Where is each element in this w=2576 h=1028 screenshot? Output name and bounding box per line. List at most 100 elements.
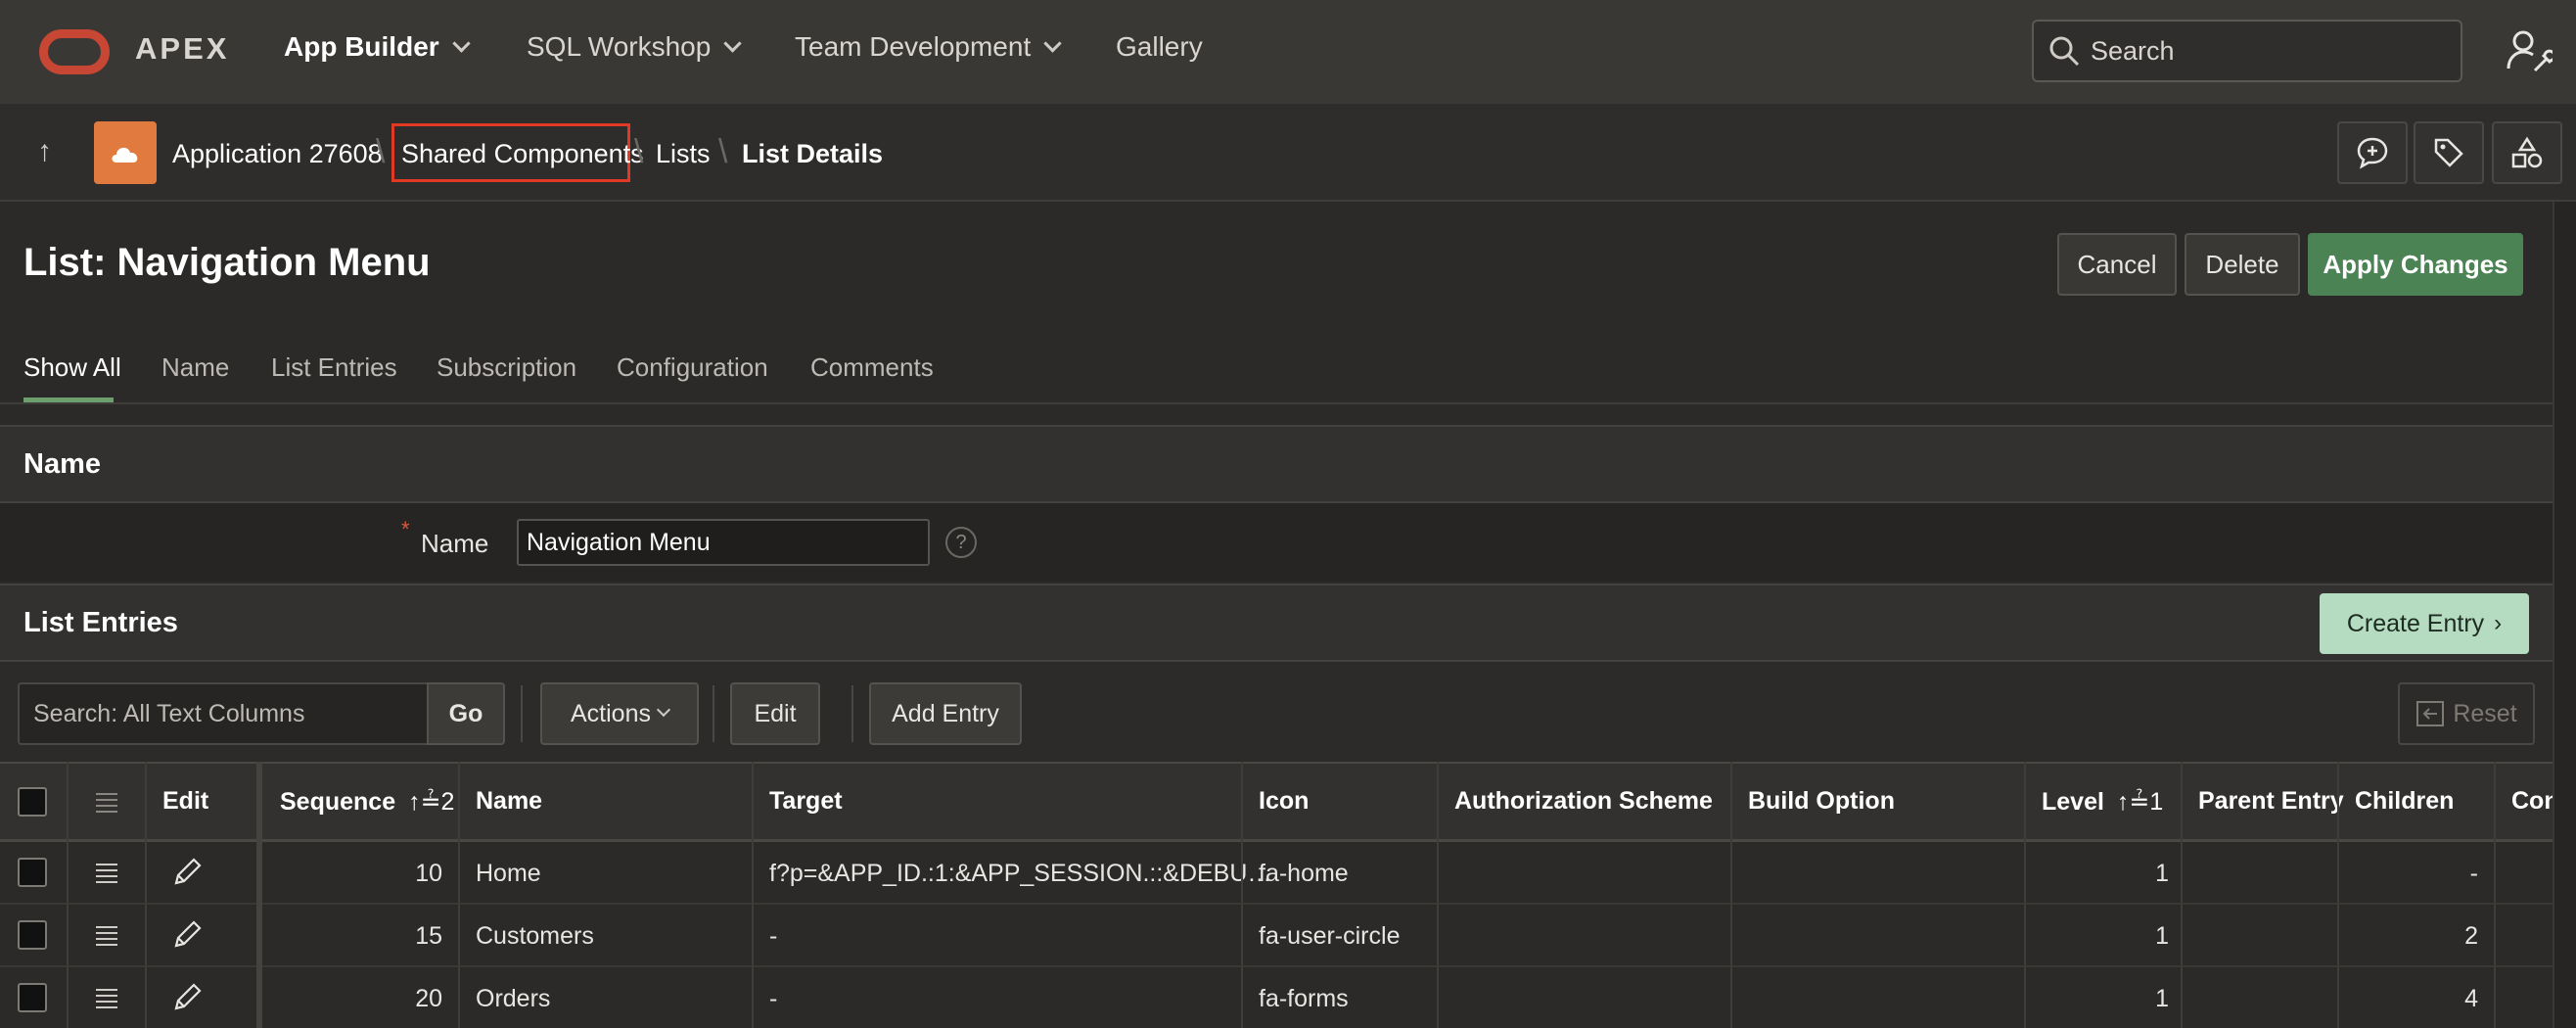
page-scrollbar[interactable] xyxy=(2553,202,2576,1028)
toolbar-separator xyxy=(713,685,714,742)
breadcrumb-separator: \ xyxy=(718,133,728,170)
row-actions-icon[interactable] xyxy=(94,987,119,1008)
cancel-button[interactable]: Cancel xyxy=(2057,233,2177,296)
column-divider xyxy=(2024,762,2026,1028)
column-header-edit[interactable]: Edit xyxy=(162,787,208,816)
nav-sql-workshop-label: SQL Workshop xyxy=(527,31,712,62)
pencil-icon[interactable] xyxy=(170,918,204,952)
table-row[interactable]: 10 Home f?p=&APP_ID.:1:&APP_SESSION.::&D… xyxy=(0,842,2553,905)
tab-configuration[interactable]: Configuration xyxy=(617,352,768,383)
actions-label: Actions xyxy=(571,699,651,727)
table-row[interactable]: 15 Customers - fa-user-circle 1 2 xyxy=(0,905,2553,967)
toolbar-separator xyxy=(851,685,853,742)
application-icon[interactable] xyxy=(94,121,157,184)
column-header-name[interactable]: Name xyxy=(476,787,542,816)
tab-subscription[interactable]: Subscription xyxy=(437,352,576,383)
row-checkbox[interactable] xyxy=(18,858,47,887)
page-title: List: Navigation Menu xyxy=(23,241,431,284)
column-header-authorization-scheme[interactable]: Authorization Scheme xyxy=(1454,787,1713,816)
sort-ascending-badge: ↑≟2 xyxy=(408,788,455,816)
user-settings-icon[interactable] xyxy=(2506,27,2553,74)
row-actions-icon[interactable] xyxy=(94,924,119,946)
add-entry-button[interactable]: Add Entry xyxy=(869,682,1022,745)
apex-logo-text[interactable]: APEX xyxy=(135,31,229,67)
shared-components-button[interactable] xyxy=(2492,121,2562,184)
grid-header: Edit Sequence ↑≟2 Name Target Icon Autho… xyxy=(0,762,2553,842)
pencil-icon[interactable] xyxy=(170,856,204,889)
cloud-icon xyxy=(112,147,138,163)
breadcrumb-application[interactable]: Application 27608 xyxy=(172,139,383,169)
reset-button[interactable]: Reset xyxy=(2398,682,2535,745)
column-header-sequence[interactable]: Sequence ↑≟2 xyxy=(280,787,454,817)
nav-team-development[interactable]: Team Development xyxy=(795,31,1062,63)
actions-menu-button[interactable]: Actions xyxy=(540,682,699,745)
global-search-placeholder: Search xyxy=(2091,35,2175,66)
cell-name: Customers xyxy=(476,922,594,950)
grid-search-input[interactable]: Search: All Text Columns xyxy=(18,682,429,745)
row-checkbox[interactable] xyxy=(18,983,47,1012)
frozen-column-divider xyxy=(256,762,262,1028)
name-field-input[interactable]: Navigation Menu xyxy=(517,519,930,566)
search-icon xyxy=(2049,36,2080,67)
tag-icon xyxy=(2434,138,2463,167)
delete-button[interactable]: Delete xyxy=(2185,233,2300,296)
oracle-logo-icon[interactable] xyxy=(39,29,110,74)
go-button[interactable]: Go xyxy=(427,682,505,745)
column-header-build-option[interactable]: Build Option xyxy=(1748,787,1895,816)
global-search-input[interactable]: Search xyxy=(2032,20,2462,82)
chevron-down-icon xyxy=(723,33,743,53)
feedback-button[interactable] xyxy=(2337,121,2408,184)
reset-label: Reset xyxy=(2453,699,2517,727)
column-header-level[interactable]: Level ↑≟1 xyxy=(2042,787,2163,817)
column-divider xyxy=(1437,762,1439,1028)
nav-gallery[interactable]: Gallery xyxy=(1116,31,1203,63)
up-arrow-icon[interactable]: ↑ xyxy=(37,135,52,168)
column-divider xyxy=(1241,762,1243,1028)
nav-app-builder[interactable]: App Builder xyxy=(284,31,471,63)
row-actions-header-icon xyxy=(96,793,117,813)
developer-tools-button[interactable] xyxy=(2414,121,2484,184)
table-row[interactable]: 20 Orders - fa-forms 1 4 xyxy=(0,967,2553,1028)
column-header-parent-entry[interactable]: Parent Entry xyxy=(2198,787,2344,816)
column-sequence-label: Sequence xyxy=(280,788,396,816)
breadcrumb-shared-components[interactable]: Shared Components xyxy=(401,139,644,169)
column-header-icon[interactable]: Icon xyxy=(1259,787,1309,816)
column-header-children[interactable]: Children xyxy=(2355,787,2454,816)
column-divider xyxy=(1730,762,1732,1028)
column-header-truncated[interactable]: Con xyxy=(2511,787,2553,816)
nav-app-builder-label: App Builder xyxy=(284,31,439,62)
column-header-target[interactable]: Target xyxy=(769,787,843,816)
row-checkbox[interactable] xyxy=(18,920,47,950)
tab-name[interactable]: Name xyxy=(161,352,229,383)
edit-mode-button[interactable]: Edit xyxy=(730,682,820,745)
cell-children: 4 xyxy=(2464,985,2478,1012)
cell-icon: fa-forms xyxy=(1259,985,1349,1012)
help-icon[interactable]: ? xyxy=(945,527,977,558)
reset-icon xyxy=(2416,701,2445,726)
required-indicator: * xyxy=(401,517,410,541)
tab-list-entries[interactable]: List Entries xyxy=(271,352,397,383)
breadcrumb-separator: \ xyxy=(634,133,644,170)
cell-name: Orders xyxy=(476,985,551,1012)
create-entry-button[interactable]: Create Entry › xyxy=(2320,593,2529,654)
tab-show-all[interactable]: Show All xyxy=(23,352,121,383)
breadcrumb-lists[interactable]: Lists xyxy=(656,139,711,169)
column-divider xyxy=(67,762,69,1028)
column-divider xyxy=(2181,762,2183,1028)
chevron-down-icon xyxy=(656,702,671,718)
cell-children: - xyxy=(2469,860,2478,887)
sort-ascending-badge: ↑≟1 xyxy=(2116,788,2164,816)
cell-name: Home xyxy=(476,860,541,887)
nav-sql-workshop[interactable]: SQL Workshop xyxy=(527,31,743,63)
breadcrumb-separator: \ xyxy=(376,133,386,170)
row-actions-icon[interactable] xyxy=(94,862,119,883)
chevron-down-icon xyxy=(1043,33,1062,53)
pencil-icon[interactable] xyxy=(170,981,204,1014)
name-field-row xyxy=(0,503,2553,582)
select-all-checkbox[interactable] xyxy=(18,787,47,817)
tab-comments[interactable]: Comments xyxy=(810,352,934,383)
top-navigation-bar: APEX App Builder SQL Workshop Team Devel… xyxy=(0,0,2576,104)
list-entries-section-header: List Entries xyxy=(0,584,2553,662)
breadcrumb-bar: ↑ Application 27608 \ Shared Components … xyxy=(0,104,2576,202)
apply-changes-button[interactable]: Apply Changes xyxy=(2308,233,2523,296)
